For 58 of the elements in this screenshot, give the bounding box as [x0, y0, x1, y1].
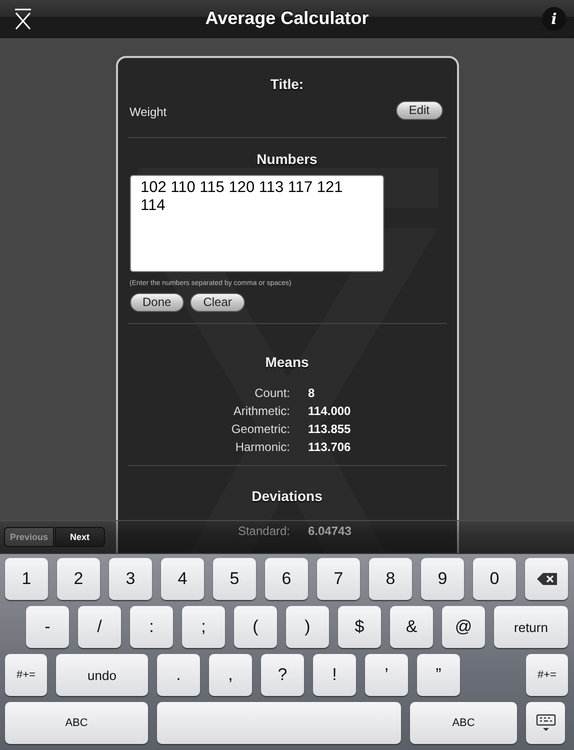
stat-value: 113.855 [308, 422, 352, 437]
keyboard-key[interactable]: 1 [5, 558, 48, 600]
symbols-key[interactable]: #+= [526, 654, 568, 696]
stat-label: Harmonic: [234, 440, 290, 455]
stat-label: Count: [254, 386, 290, 401]
hide-keyboard-key[interactable] [526, 702, 565, 744]
keyboard-key[interactable]: ( [234, 606, 277, 648]
title-value: Weight [130, 105, 167, 119]
keyboard-key[interactable]: $ [338, 606, 381, 648]
window-title: Average Calculator [205, 8, 369, 29]
keyboard-key[interactable]: ) [286, 606, 329, 648]
next-button[interactable]: Next [55, 527, 105, 547]
stat-label: Arithmetic: [232, 404, 290, 419]
keyboard-key[interactable]: 5 [213, 558, 256, 600]
keyboard-icon [536, 714, 556, 732]
keyboard-key[interactable]: ” [417, 654, 460, 696]
stat-label: Standard: [236, 524, 290, 539]
delete-key[interactable] [525, 558, 568, 600]
keyboard-key[interactable]: 4 [161, 558, 204, 600]
keyboard-key[interactable]: 8 [369, 558, 412, 600]
return-key[interactable]: return [494, 606, 568, 648]
keyboard-key[interactable]: / [78, 606, 121, 648]
title-heading: Title: [269, 76, 305, 92]
stat-value: 8 [308, 386, 316, 401]
keyboard-key[interactable]: 2 [57, 558, 100, 600]
deviations-heading: Deviations [250, 488, 324, 504]
keyboard-key[interactable]: 3 [109, 558, 152, 600]
stat-value: 114.000 [308, 404, 352, 419]
keyboard-key[interactable]: @ [442, 606, 485, 648]
numbers-field[interactable]: 102 110 115 120 113 117 121 114 [130, 175, 384, 272]
letters-key[interactable]: ABC [5, 702, 148, 744]
keyboard-key[interactable]: ’ [365, 654, 408, 696]
means-heading: Means [264, 354, 310, 370]
keyboard-key[interactable]: 6 [265, 558, 308, 600]
keyboard-key[interactable]: , [209, 654, 252, 696]
info-button[interactable]: i [542, 6, 566, 30]
keyboard-key[interactable]: 9 [421, 558, 464, 600]
stat-label: Geometric: [230, 422, 290, 437]
letters-key[interactable]: ABC [410, 702, 517, 744]
numbers-heading: Numbers [256, 151, 318, 167]
keyboard-key[interactable]: - [26, 606, 69, 648]
keyboard-key[interactable]: ! [313, 654, 356, 696]
keyboard-key[interactable]: ; [182, 606, 225, 648]
clear-button[interactable]: Clear [190, 293, 245, 312]
symbols-key[interactable]: #+= [5, 654, 47, 696]
backspace-icon [536, 573, 556, 585]
stat-value: 113.706 [308, 440, 352, 455]
done-button[interactable]: Done [130, 293, 184, 312]
edit-button[interactable]: Edit [396, 101, 442, 120]
keyboard-key[interactable]: : [130, 606, 173, 648]
keyboard-key[interactable]: 7 [317, 558, 360, 600]
keyboard-key[interactable]: & [390, 606, 433, 648]
x-bar-logo-icon [14, 8, 32, 30]
undo-key[interactable]: undo [56, 654, 148, 696]
keyboard-key[interactable]: 0 [473, 558, 516, 600]
keyboard-key[interactable]: ? [261, 654, 304, 696]
keyboard-key[interactable]: . [157, 654, 200, 696]
stat-value: 6.04743 [308, 524, 352, 539]
